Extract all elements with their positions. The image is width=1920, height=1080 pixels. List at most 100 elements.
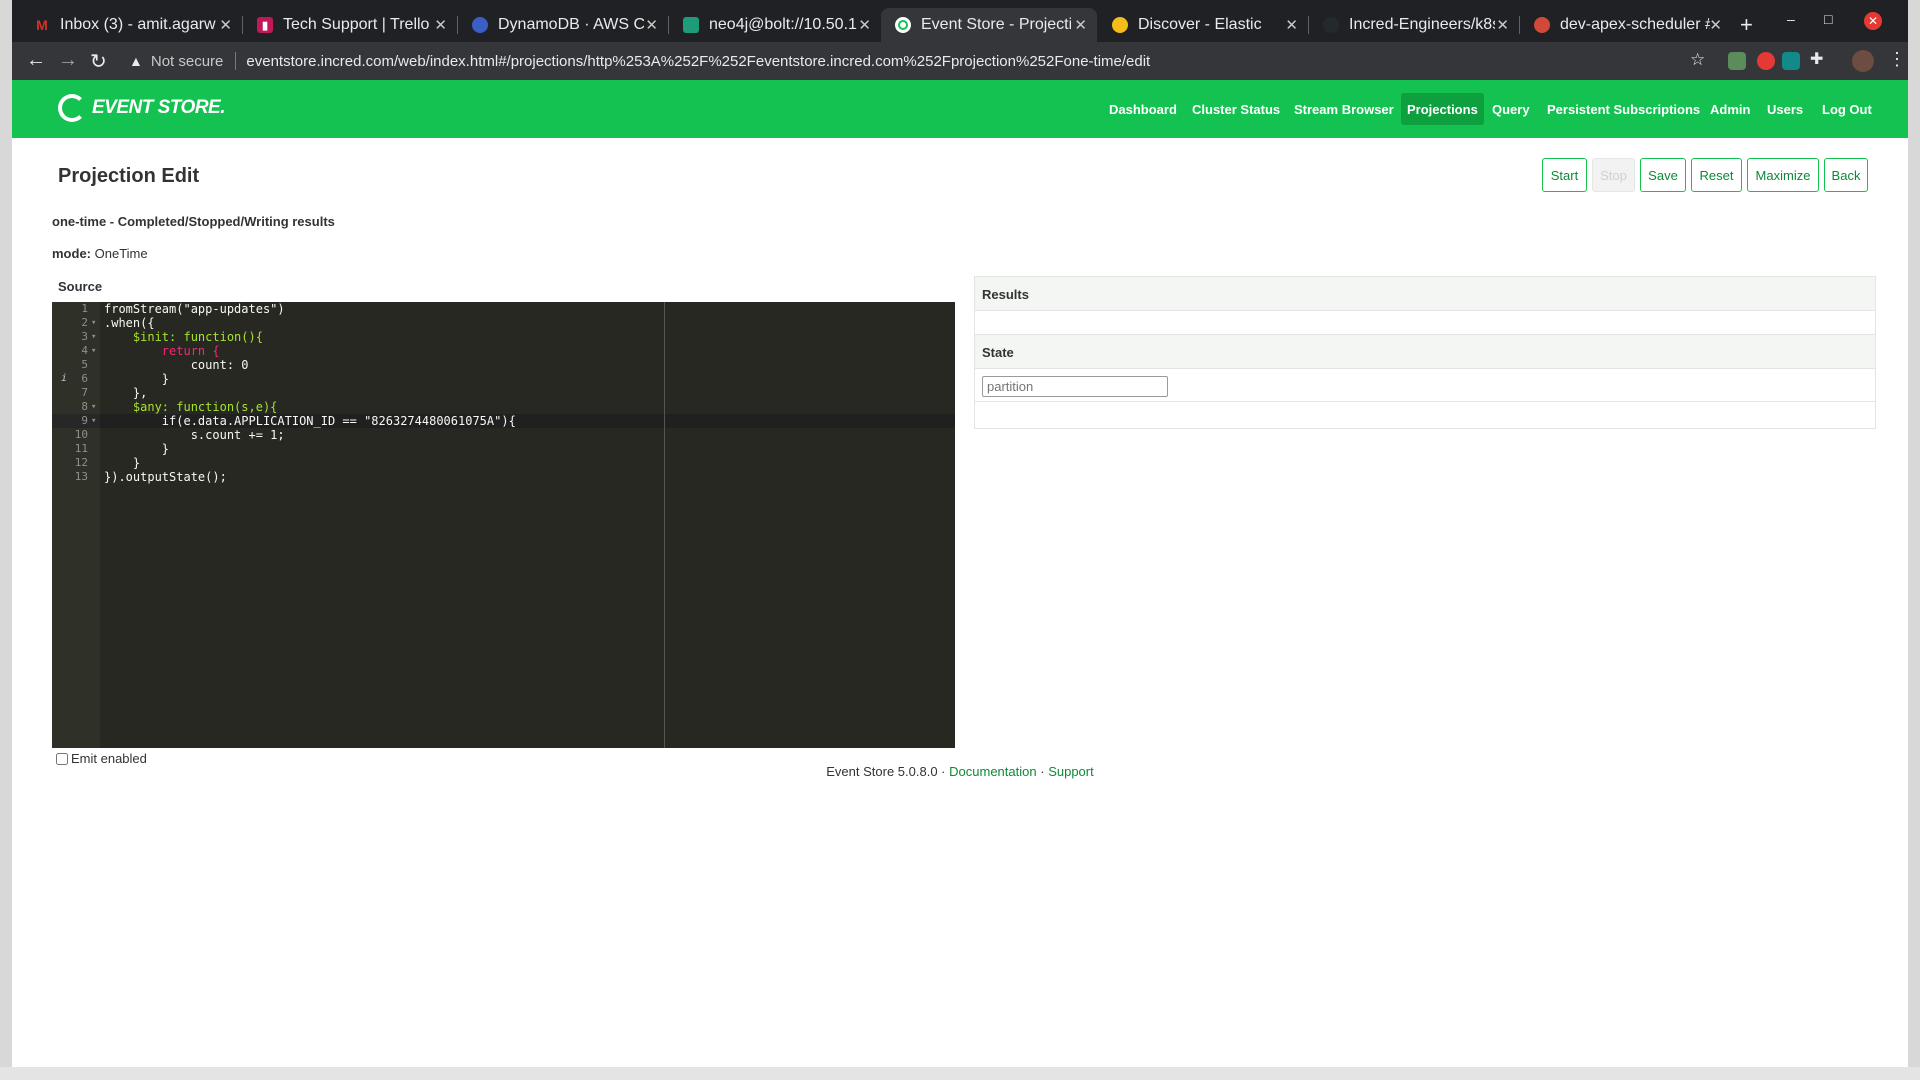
code-line: } xyxy=(104,372,170,386)
state-header: State xyxy=(975,335,1875,369)
nav-projections[interactable]: Projections xyxy=(1401,93,1484,125)
tab-close-icon[interactable]: ✕ xyxy=(645,16,658,34)
bookmark-star-icon[interactable]: ☆ xyxy=(1690,50,1705,70)
fold-arrow-icon[interactable]: ▾ xyxy=(91,332,96,342)
line-number: 9 xyxy=(81,414,88,427)
nav-log-out[interactable]: Log Out xyxy=(1822,93,1872,125)
documentation-link[interactable]: Documentation xyxy=(949,764,1036,779)
back-arrow-icon[interactable]: ← xyxy=(26,49,46,72)
partition-input[interactable] xyxy=(982,376,1168,397)
browser-window: M Inbox (3) - amit.agarw ✕ ▮ Tech Suppor… xyxy=(12,0,1908,1067)
desktop-right-edge xyxy=(1908,0,1920,1080)
nav-query[interactable]: Query xyxy=(1492,93,1530,125)
tab-title: Discover - Elastic xyxy=(1138,16,1262,33)
reload-icon[interactable]: ↻ xyxy=(90,49,107,74)
eventstore-header: EVENT STORE. Dashboard Cluster Status St… xyxy=(12,80,1908,138)
elastic-icon xyxy=(1112,17,1128,33)
dynamodb-icon xyxy=(472,17,488,33)
tab-event-store[interactable]: Event Store - Projectic ✕ xyxy=(881,8,1097,42)
tab-github[interactable]: Incred-Engineers/k8s ✕ xyxy=(1309,8,1519,42)
tab-trello[interactable]: ▮ Tech Support | Trello ✕ xyxy=(243,8,457,42)
tab-close-icon[interactable]: ✕ xyxy=(858,16,871,34)
fold-arrow-icon[interactable]: ▾ xyxy=(91,416,96,426)
eventstore-logo[interactable]: EVENT STORE. xyxy=(58,94,226,122)
source-label: Source xyxy=(58,279,103,294)
line-number: 4 xyxy=(81,344,88,357)
tab-close-icon[interactable]: ✕ xyxy=(219,16,232,34)
tab-close-icon[interactable]: ✕ xyxy=(1285,16,1298,34)
line-number: 12 xyxy=(74,456,88,469)
nav-dashboard[interactable]: Dashboard xyxy=(1109,93,1177,125)
code-line: }).outputState(); xyxy=(104,470,227,484)
code-line: $init: function(){ xyxy=(104,330,263,344)
tab-jenkins[interactable]: dev-apex-scheduler # ✕ xyxy=(1520,8,1732,42)
code-line: if(e.data.APPLICATION_ID == "82632744800… xyxy=(104,414,516,428)
tab-elastic[interactable]: Discover - Elastic ✕ xyxy=(1098,8,1308,42)
gmail-icon: M xyxy=(36,17,48,33)
tab-title: Incred-Engineers/k8s xyxy=(1349,16,1495,33)
window-close-icon[interactable]: ✕ xyxy=(1864,12,1882,30)
support-link[interactable]: Support xyxy=(1048,764,1094,779)
print-margin xyxy=(664,302,665,748)
tab-close-icon[interactable]: ✕ xyxy=(1074,16,1087,34)
back-button[interactable]: Back xyxy=(1824,158,1868,192)
nav-admin[interactable]: Admin xyxy=(1710,93,1750,125)
tab-close-icon[interactable]: ✕ xyxy=(434,16,447,34)
reset-button[interactable]: Reset xyxy=(1691,158,1742,192)
mode-value: OneTime xyxy=(94,246,148,261)
maximize-button[interactable]: Maximize xyxy=(1747,158,1819,192)
code-line: s.count += 1; xyxy=(104,428,285,442)
tab-close-icon[interactable]: ✕ xyxy=(1496,16,1509,34)
puzzle-icon[interactable]: ✚ xyxy=(1810,49,1828,68)
code-line: } xyxy=(104,442,170,456)
footer-separator: · xyxy=(1040,764,1045,779)
save-button[interactable]: Save xyxy=(1640,158,1686,192)
nav-cluster-status[interactable]: Cluster Status xyxy=(1192,93,1280,125)
menu-kebab-icon[interactable]: ⋮ xyxy=(1888,49,1906,70)
tab-title: DynamoDB · AWS Con xyxy=(498,16,644,33)
url-separator xyxy=(235,52,237,70)
tab-neo4j[interactable]: neo4j@bolt://10.50.1 ✕ xyxy=(669,8,881,42)
tab-gmail[interactable]: M Inbox (3) - amit.agarw ✕ xyxy=(20,8,242,42)
info-annotation-icon[interactable]: i xyxy=(61,373,67,384)
extension-icon[interactable] xyxy=(1728,52,1746,70)
browser-toolbar: ← → ↻ ▲ Not secure eventstore.incred.com… xyxy=(12,42,1908,80)
extension-icon[interactable] xyxy=(1757,52,1775,70)
emit-enabled-checkbox[interactable] xyxy=(56,752,68,765)
nav-users[interactable]: Users xyxy=(1767,93,1803,125)
nav-persistent-subscriptions[interactable]: Persistent Subscriptions xyxy=(1547,93,1700,125)
profile-avatar[interactable] xyxy=(1852,50,1874,72)
line-number: 7 xyxy=(81,386,88,399)
tab-title: dev-apex-scheduler # xyxy=(1560,16,1710,33)
warning-icon: ▲ xyxy=(129,53,143,69)
code-line: }, xyxy=(104,386,148,400)
fold-arrow-icon[interactable]: ▾ xyxy=(91,346,96,356)
projection-status: one-time - Completed/Stopped/Writing res… xyxy=(52,214,335,229)
neo4j-icon xyxy=(683,17,699,33)
trello-icon: ▮ xyxy=(257,17,273,33)
desktop-bottom-edge xyxy=(0,1067,1920,1080)
forward-arrow-icon[interactable]: → xyxy=(58,49,78,72)
tab-title: neo4j@bolt://10.50.1 xyxy=(709,16,857,33)
tab-close-icon[interactable]: ✕ xyxy=(1709,16,1722,34)
url-text[interactable]: eventstore.incred.com/web/index.html#/pr… xyxy=(246,53,1150,70)
line-number: 1 xyxy=(81,302,88,315)
stop-button[interactable]: Stop xyxy=(1592,158,1635,192)
tab-dynamodb[interactable]: DynamoDB · AWS Con ✕ xyxy=(458,8,668,42)
eventstore-icon xyxy=(895,17,911,33)
extension-icon[interactable] xyxy=(1782,52,1800,70)
maximize-icon[interactable]: □ xyxy=(1824,11,1832,27)
nav-stream-browser[interactable]: Stream Browser xyxy=(1294,93,1394,125)
fold-arrow-icon[interactable]: ▾ xyxy=(91,402,96,412)
minimize-icon[interactable]: – xyxy=(1787,11,1795,27)
version-text: Event Store 5.0.8.0 xyxy=(826,764,938,779)
fold-arrow-icon[interactable]: ▾ xyxy=(91,318,96,328)
start-button[interactable]: Start xyxy=(1542,158,1587,192)
projection-mode: mode: OneTime xyxy=(52,246,148,261)
line-number: 6 xyxy=(81,372,88,385)
source-code-editor[interactable]: 1 2 3 4 5 6 7 8 9 10 11 12 13 ▾ ▾ ▾ ▾ ▾ … xyxy=(52,302,955,748)
logo-text: EVENT STORE. xyxy=(92,97,226,118)
address-bar[interactable]: ▲ Not secure eventstore.incred.com/web/i… xyxy=(129,47,1717,75)
new-tab-icon[interactable]: + xyxy=(1740,12,1753,38)
tab-title: Inbox (3) - amit.agarw xyxy=(60,16,216,33)
